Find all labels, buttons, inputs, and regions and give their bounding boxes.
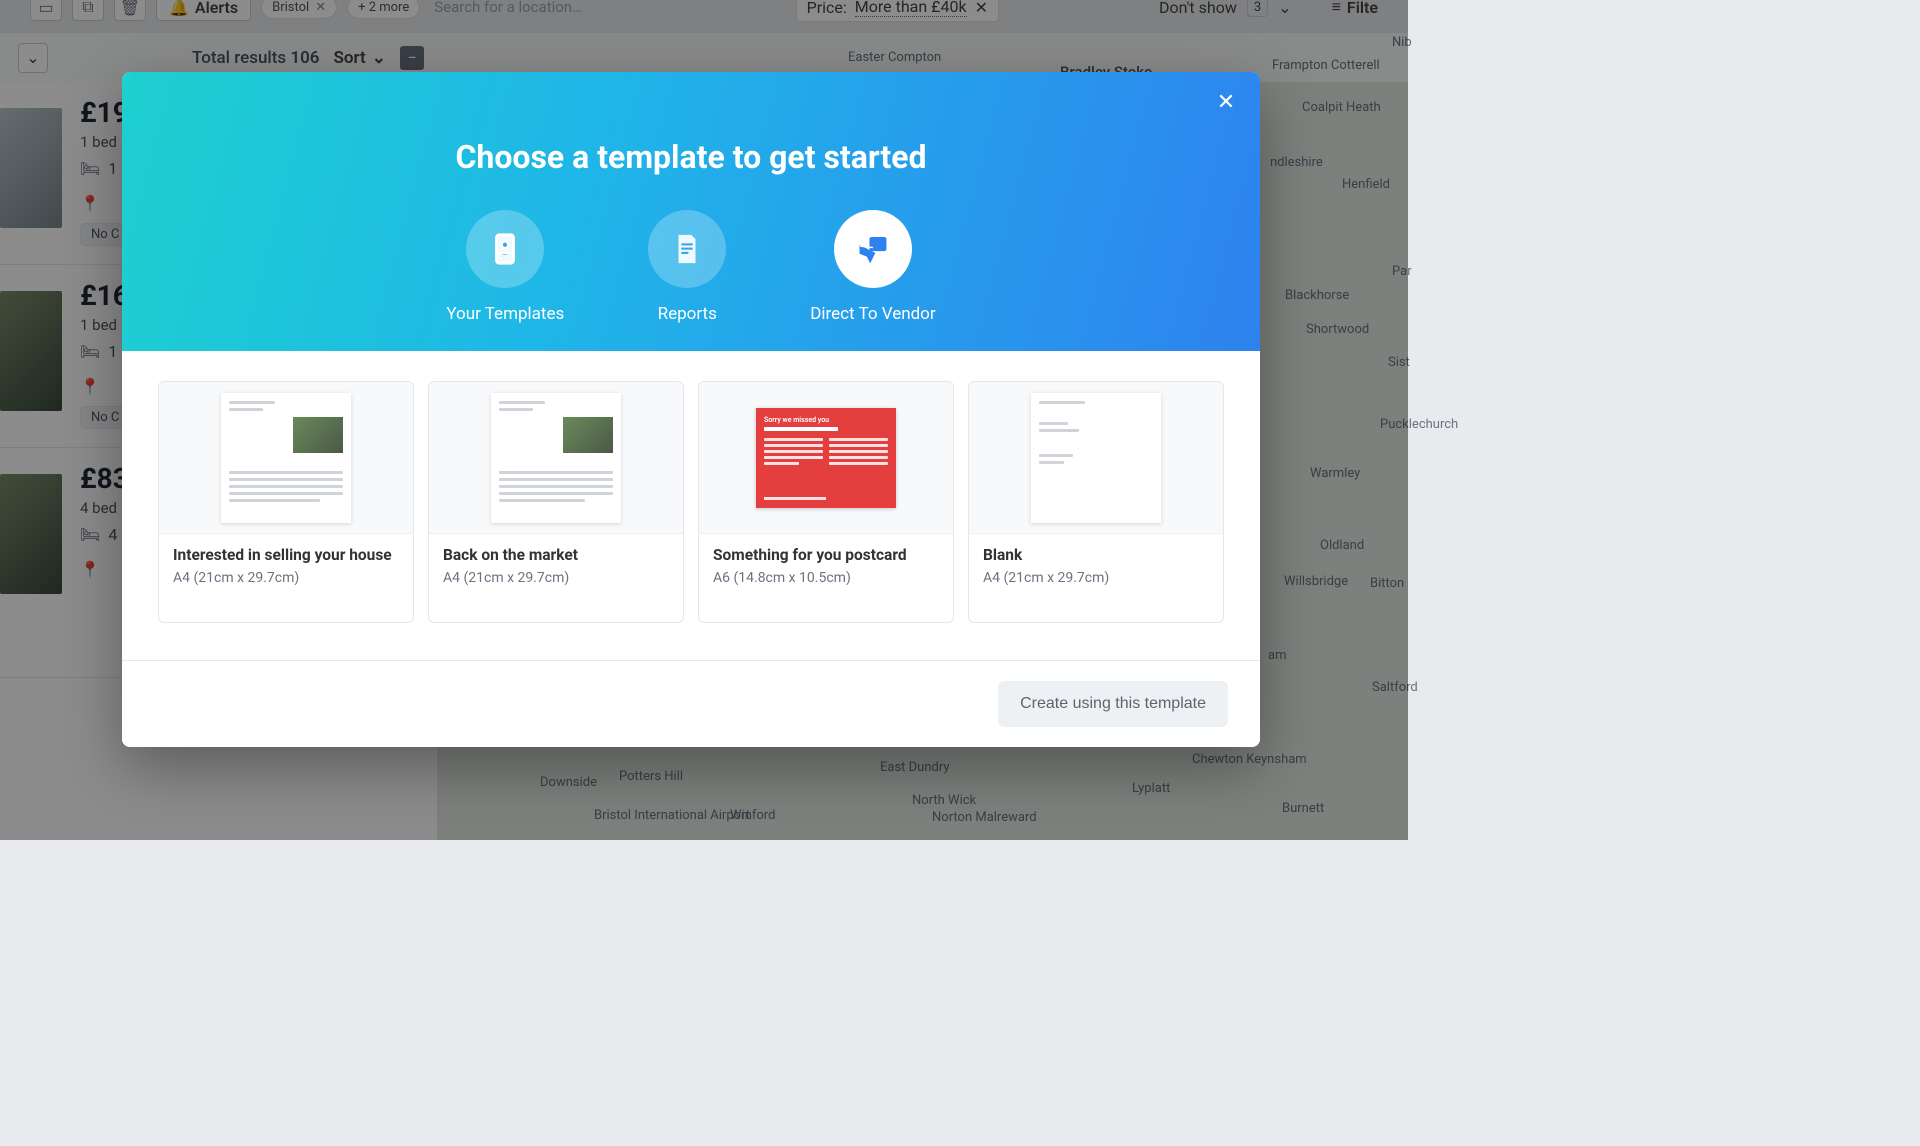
modal-header: ✕ Choose a template to get started Your … [122, 72, 1260, 351]
tab-label: Direct To Vendor [810, 304, 935, 324]
template-preview: Sorry we missed you [699, 382, 953, 534]
template-size: A6 (14.8cm x 10.5cm) [713, 570, 939, 586]
template-preview [969, 382, 1223, 534]
template-preview [429, 382, 683, 534]
id-card-icon [488, 232, 522, 266]
templates-grid: Interested in selling your house A4 (21c… [122, 351, 1260, 660]
template-name: Back on the market [443, 546, 669, 565]
tab-direct-to-vendor[interactable]: Direct To Vendor [810, 210, 935, 324]
create-template-button[interactable]: Create using this template [998, 681, 1228, 727]
template-name: Blank [983, 546, 1209, 565]
tab-your-templates[interactable]: Your Templates [446, 210, 564, 324]
template-size: A4 (21cm x 29.7cm) [983, 570, 1209, 586]
template-size: A4 (21cm x 29.7cm) [443, 570, 669, 586]
template-card[interactable]: Back on the market A4 (21cm x 29.7cm) [428, 381, 684, 623]
modal-footer: Create using this template [122, 660, 1260, 747]
template-card[interactable]: Sorry we missed you Something for you po… [698, 381, 954, 623]
tab-label: Reports [658, 304, 717, 324]
document-icon [670, 232, 704, 266]
close-button[interactable]: ✕ [1214, 90, 1238, 114]
mail-send-icon [856, 232, 890, 266]
template-name: Interested in selling your house [173, 546, 399, 565]
modal-title: Choose a template to get started [122, 138, 1260, 176]
tab-reports[interactable]: Reports [648, 210, 726, 324]
template-card[interactable]: Interested in selling your house A4 (21c… [158, 381, 414, 623]
tab-label: Your Templates [446, 304, 564, 324]
template-size: A4 (21cm x 29.7cm) [173, 570, 399, 586]
template-card[interactable]: Blank A4 (21cm x 29.7cm) [968, 381, 1224, 623]
template-name: Something for you postcard [713, 546, 939, 565]
template-modal: ✕ Choose a template to get started Your … [122, 72, 1260, 747]
template-preview [159, 382, 413, 534]
